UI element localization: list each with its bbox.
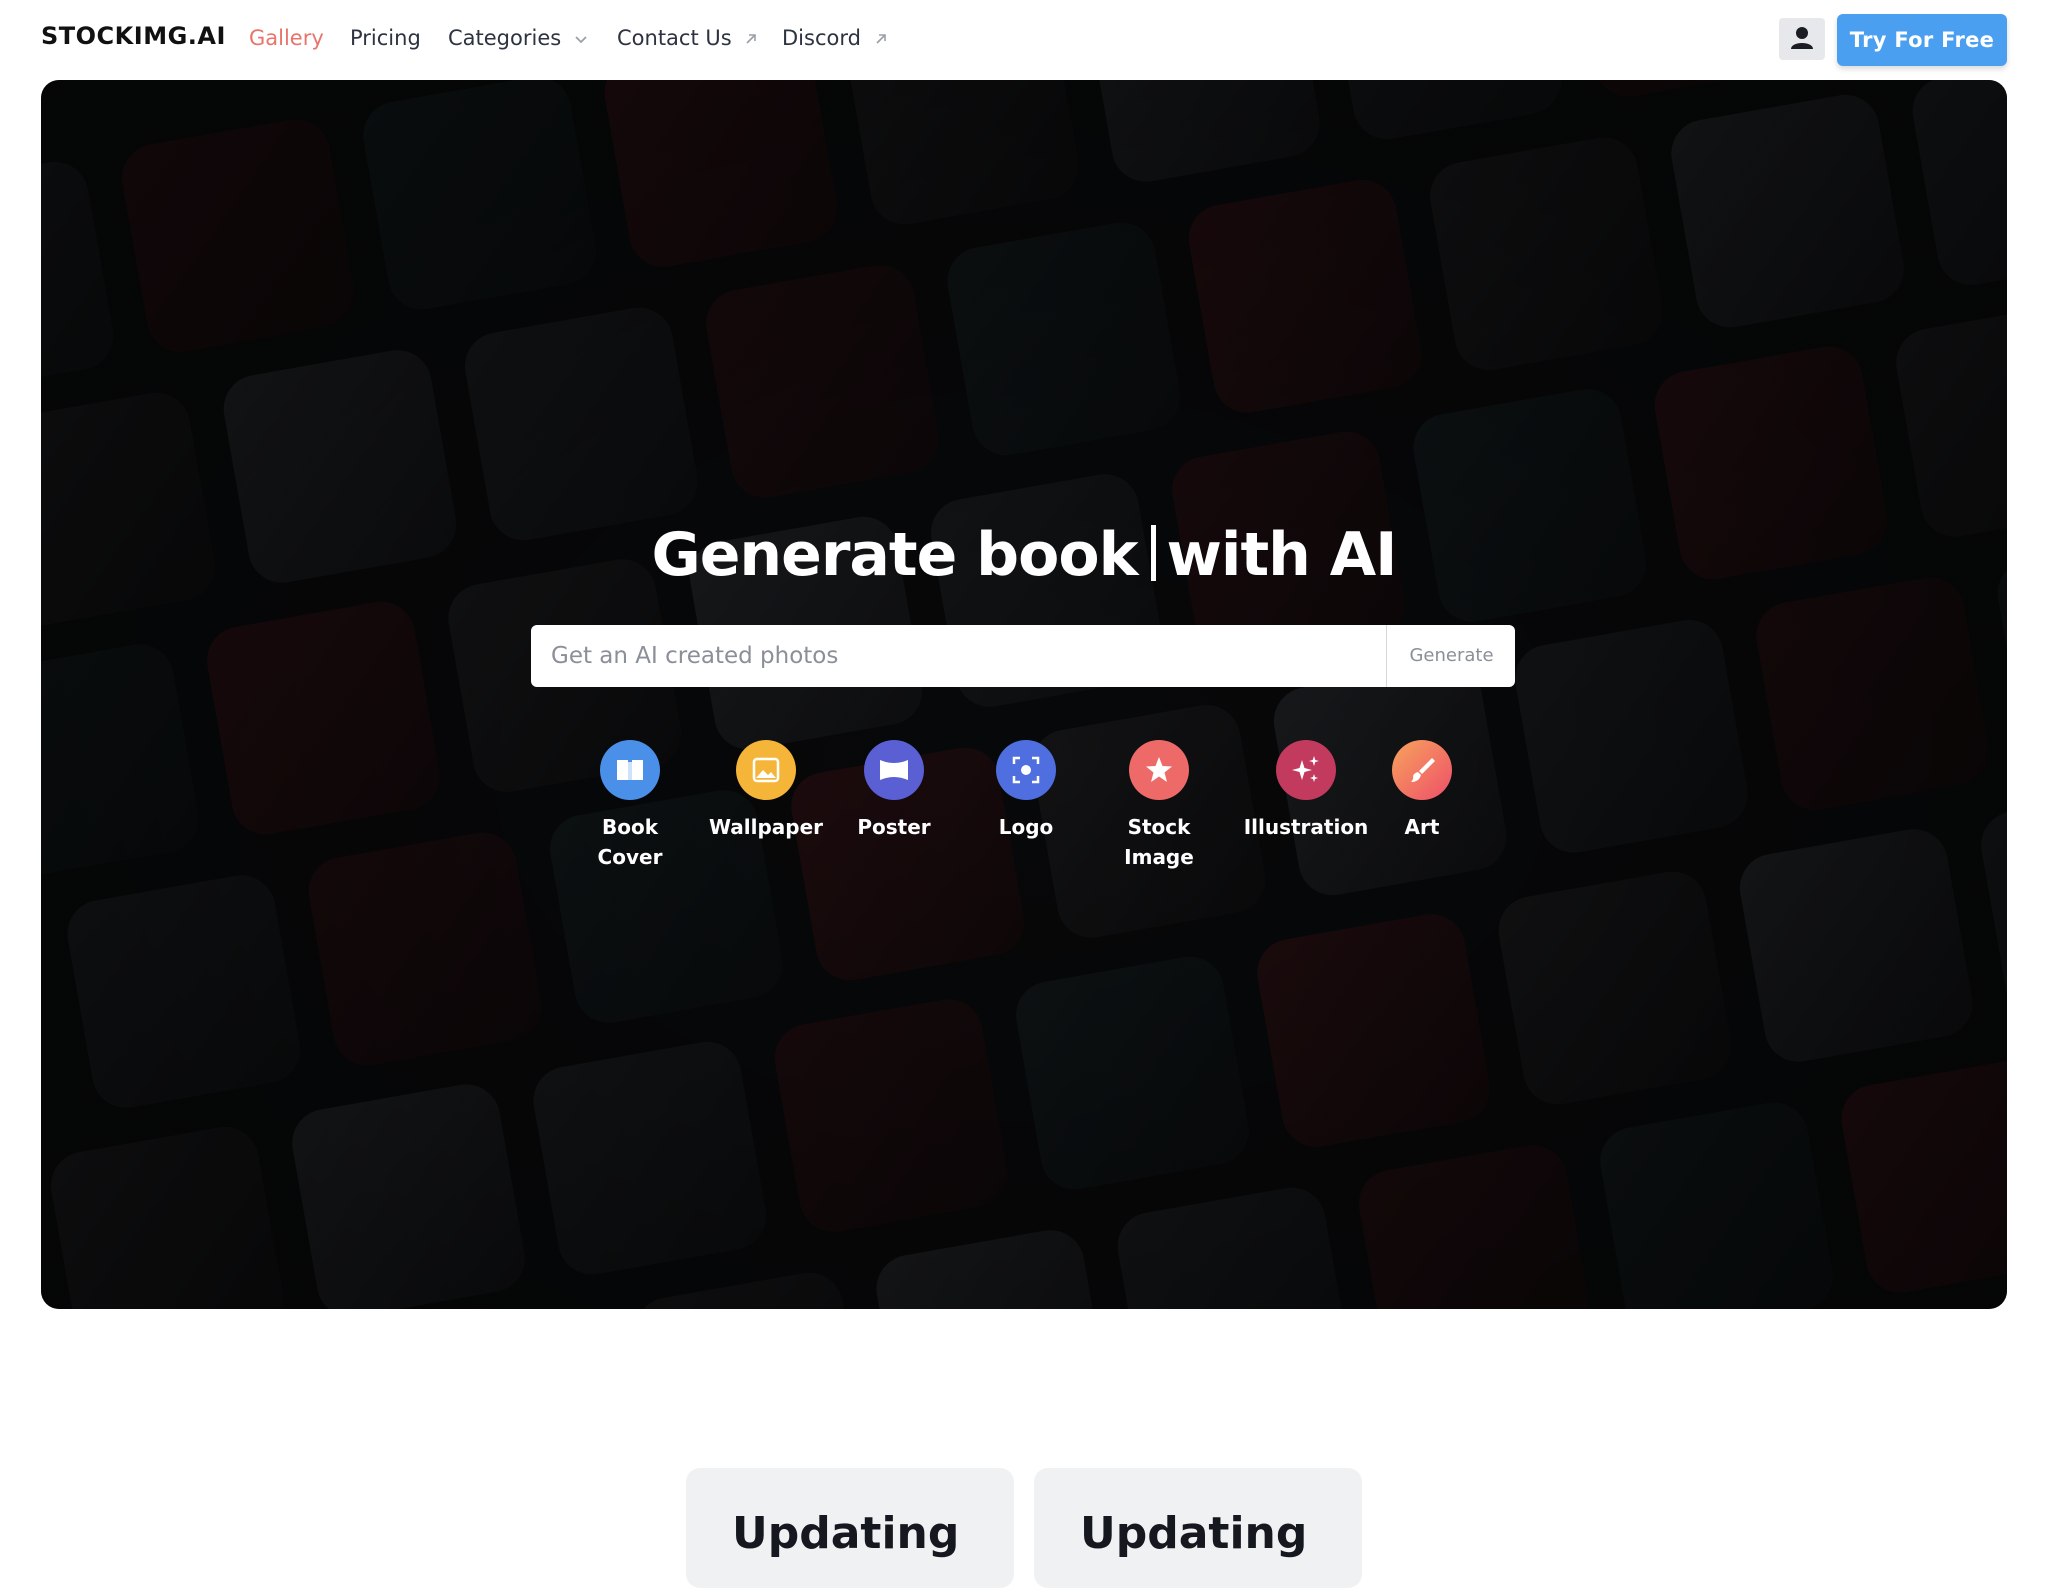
category-label: Art <box>1404 815 1440 839</box>
chevron-down-icon <box>575 36 587 44</box>
user-account-button[interactable] <box>1779 18 1825 60</box>
category-label: Illustration <box>1243 815 1369 839</box>
typing-cursor <box>1151 525 1157 581</box>
nav-link-contact[interactable]: Contact Us <box>617 26 758 50</box>
category-logo[interactable]: Logo <box>986 740 1066 842</box>
nav-link-categories[interactable]: Categories <box>448 26 588 50</box>
nav-link-gallery[interactable]: Gallery <box>249 26 324 50</box>
top-navbar: STOCKIMG.AI Gallery Pricing Categories C… <box>0 0 2048 80</box>
feature-card[interactable]: Updating <box>686 1468 1014 1588</box>
headline-prefix: Generate book <box>651 520 1138 590</box>
category-label: Image <box>1124 845 1194 869</box>
hero-section: Generate book with AI Generate Book Cover <box>41 80 2007 1309</box>
focus-icon <box>996 740 1056 800</box>
category-wallpaper[interactable]: Wallpaper <box>706 740 826 842</box>
card-title: Updating <box>1080 1508 1308 1559</box>
hero-headline: Generate book with AI <box>41 520 2007 590</box>
external-arrow-icon <box>746 34 757 44</box>
category-label: Cover <box>597 845 663 869</box>
poster-icon <box>864 740 924 800</box>
category-book-cover[interactable]: Book Cover <box>590 740 670 872</box>
category-art[interactable]: Art <box>1392 740 1452 842</box>
image-icon <box>736 740 796 800</box>
nav-link-label: Gallery <box>249 26 324 50</box>
prompt-search-bar: Generate <box>531 625 1515 687</box>
category-poster[interactable]: Poster <box>849 740 939 842</box>
external-arrow-icon <box>876 34 886 44</box>
category-label: Book <box>601 815 659 839</box>
category-label: Wallpaper <box>708 815 824 839</box>
sparkle-icon <box>1276 740 1336 800</box>
nav-link-label: Pricing <box>350 26 421 50</box>
book-icon <box>600 740 660 800</box>
try-for-free-button[interactable]: Try For Free <box>1837 14 2007 66</box>
category-illustration[interactable]: Illustration <box>1236 740 1376 842</box>
card-title: Updating <box>732 1508 960 1559</box>
category-stock-image[interactable]: Stock Image <box>1119 740 1199 872</box>
prompt-input[interactable] <box>531 625 1386 687</box>
nav-link-label: Categories <box>448 26 562 50</box>
generate-button[interactable]: Generate <box>1386 625 1516 687</box>
nav-link-discord[interactable]: Discord <box>782 26 888 50</box>
category-label: Poster <box>857 815 931 839</box>
category-label: Logo <box>998 815 1054 839</box>
nav-link-label: Contact Us <box>617 26 732 50</box>
nav-link-label: Discord <box>782 26 861 50</box>
headline-suffix: with AI <box>1166 520 1397 590</box>
hero-overlay <box>41 80 2007 1309</box>
category-label: Stock <box>1127 815 1191 839</box>
brush-icon <box>1392 740 1452 800</box>
feature-card[interactable]: Updating <box>1034 1468 1362 1588</box>
brand-logo[interactable]: STOCKIMG.AI <box>41 22 226 50</box>
user-icon <box>1791 27 1813 49</box>
nav-link-pricing[interactable]: Pricing <box>350 26 421 50</box>
star-icon <box>1129 740 1189 800</box>
